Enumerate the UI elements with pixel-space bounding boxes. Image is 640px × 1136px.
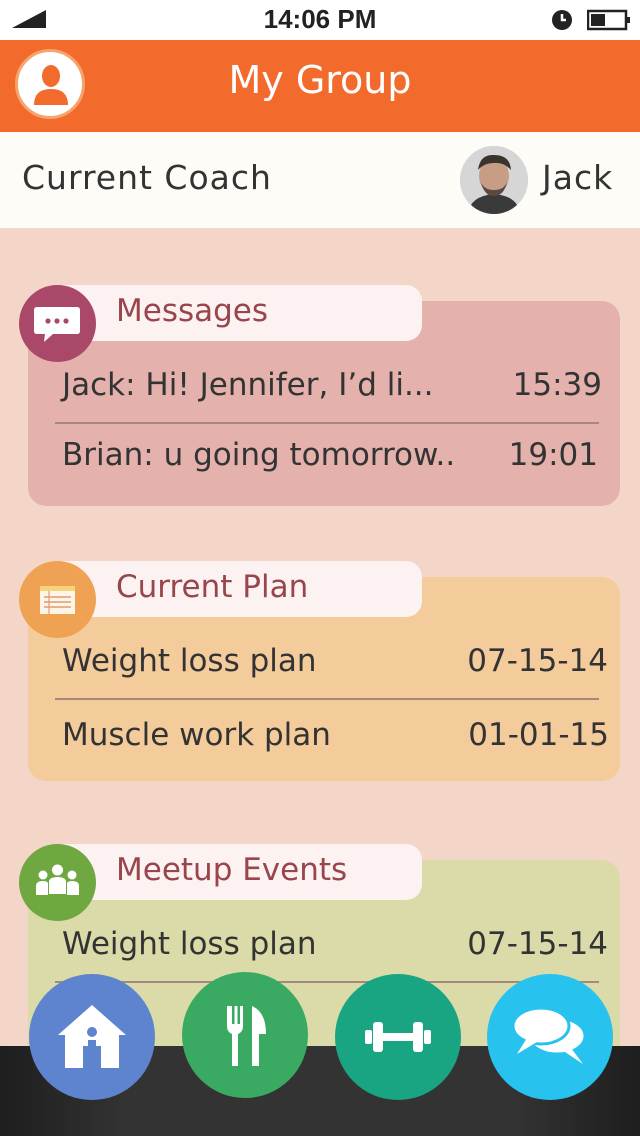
plan-name: Weight loss plan [62, 643, 317, 679]
notepad-icon [40, 586, 75, 614]
messages-title: Messages [116, 293, 269, 329]
message-text: Brian: u going tomorrow.. [62, 437, 456, 473]
current-plan-title: Current Plan [116, 569, 309, 605]
message-text: Jack: Hi! Jennifer, I’d li... [62, 367, 434, 403]
meetup-events-badge [19, 844, 96, 921]
coach-name: Jack [542, 158, 614, 197]
coach-photo [460, 146, 528, 214]
fork-knife-icon [227, 1006, 266, 1066]
message-bubble-icon [34, 307, 80, 342]
event-name: Weight loss plan [62, 926, 317, 962]
home-icon [58, 1005, 126, 1068]
plan-date: 01-01-15 [468, 717, 609, 753]
divider [55, 422, 599, 424]
nav-fitness-button[interactable] [335, 974, 461, 1100]
group-people-icon [36, 864, 79, 895]
page-title: My Group [228, 58, 412, 102]
messages-header: Messages [62, 285, 422, 341]
divider [55, 698, 599, 700]
coach-label: Current Coach [22, 158, 272, 197]
event-date: 07-15-14 [467, 926, 608, 962]
messages-badge [19, 285, 96, 362]
meetup-events-title: Meetup Events [116, 852, 348, 888]
message-time: 15:39 [512, 367, 602, 403]
status-time: 14:06 PM [263, 4, 377, 34]
nav-chat-button[interactable] [487, 974, 613, 1100]
status-bar: 14:06 PM [0, 0, 640, 40]
app-header: My Group [0, 40, 640, 132]
coach-avatar[interactable] [460, 146, 528, 214]
battery-icon [587, 9, 630, 31]
meetup-events-header: Meetup Events [62, 844, 422, 900]
message-time: 19:01 [508, 437, 598, 473]
current-plan-badge [19, 561, 96, 638]
plan-date: 07-15-14 [467, 643, 608, 679]
plan-name: Muscle work plan [62, 717, 331, 753]
current-coach-row[interactable]: Current Coach Jack [0, 132, 640, 228]
clock-icon [552, 10, 572, 30]
current-plan-header: Current Plan [62, 561, 422, 617]
nav-home-button[interactable] [29, 974, 155, 1100]
chat-bubbles-icon [511, 1006, 587, 1064]
dumbbell-icon [365, 1022, 431, 1052]
nav-meals-button[interactable] [182, 972, 308, 1098]
